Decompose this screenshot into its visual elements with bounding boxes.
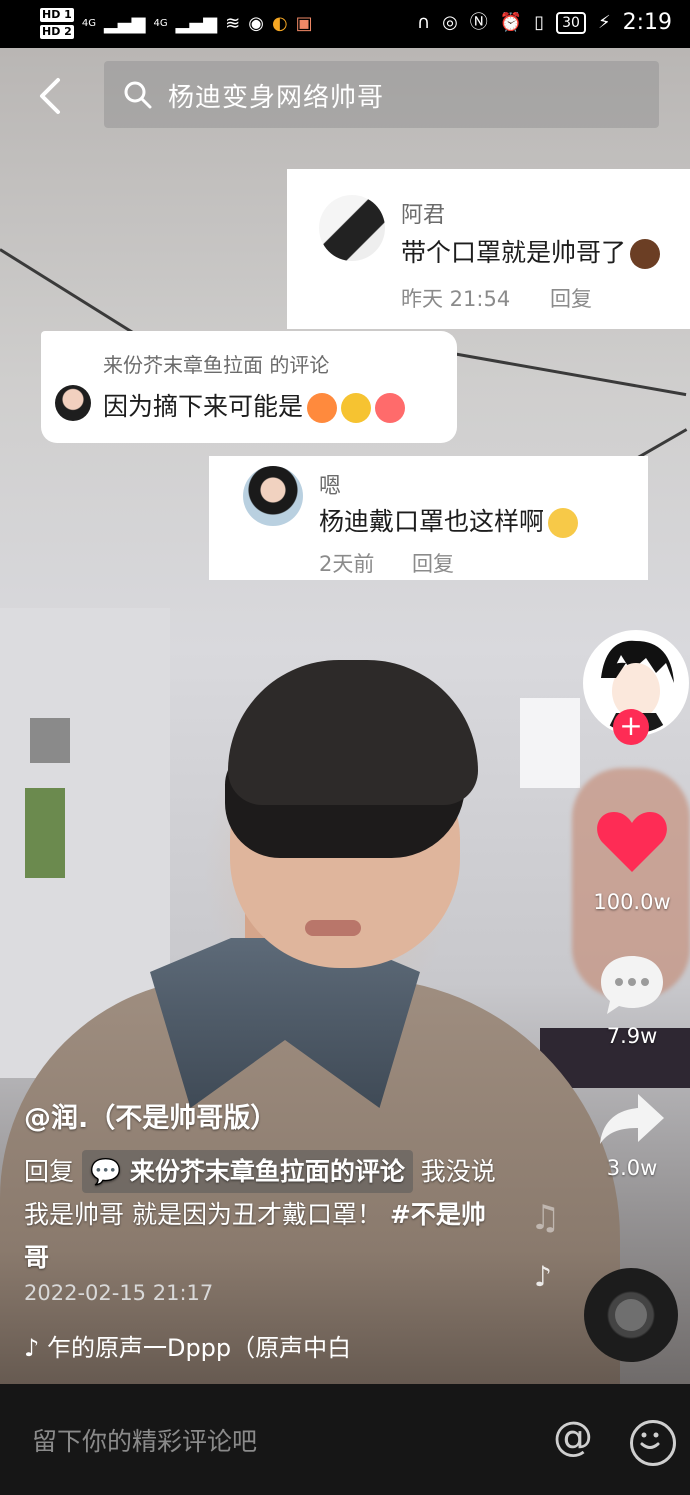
- comment-text-content: 带个口罩就是帅哥了: [401, 238, 627, 267]
- emoji-icon: [548, 508, 579, 538]
- network2-label: 4G: [153, 18, 168, 29]
- vibrate-icon: ▯: [534, 11, 545, 33]
- music-note-icon: ♫: [530, 1198, 561, 1238]
- at-mention-button[interactable]: @: [553, 1414, 593, 1460]
- wall-shelf: [520, 698, 580, 788]
- music-disc[interactable]: [584, 1268, 678, 1362]
- comment-bar: 留下你的精彩评论吧 @: [0, 1384, 690, 1495]
- alarm-icon: ⏰: [499, 11, 523, 33]
- comment-text-content: 杨迪戴口罩也这样啊: [319, 507, 545, 536]
- music-title: 乍的原声一Dppp（原声中白: [46, 1334, 352, 1362]
- battery-level: 30: [556, 11, 586, 34]
- headphones-icon: ∩: [416, 11, 431, 33]
- mail-icon: ▣: [295, 12, 313, 34]
- search-input[interactable]: 杨迪变身网络帅哥: [168, 77, 384, 114]
- comment-author[interactable]: 嗯: [319, 468, 341, 500]
- person-cap: [228, 660, 478, 805]
- comment-text: 杨迪戴口罩也这样啊: [319, 502, 579, 538]
- emoji-icon: [630, 239, 661, 269]
- music-info[interactable]: ♪ 乍的原声一Dppp（原声中白: [24, 1328, 351, 1363]
- app-notification-icon: ◉: [248, 12, 264, 34]
- like-count: 100.0w: [593, 890, 671, 914]
- signal-icon: ▂▄▆: [175, 12, 218, 34]
- author-name[interactable]: @润.（不是帅哥版）: [24, 1096, 277, 1135]
- smiley-icon: [640, 1432, 660, 1449]
- avatar[interactable]: [319, 195, 385, 261]
- disc-cover: [615, 1299, 647, 1331]
- comment-card[interactable]: 阿君 带个口罩就是帅哥了 昨天 21:54 回复: [287, 169, 690, 329]
- comment-author[interactable]: 阿君: [401, 197, 445, 229]
- comment-time: 2天前: [319, 552, 375, 576]
- person-mouth: [305, 920, 361, 936]
- comment-dots-icon: 💬: [89, 1157, 122, 1186]
- emoji-icon: [341, 393, 372, 423]
- reply-target-chip[interactable]: 💬 来份芥末章鱼拉面的评论: [81, 1150, 413, 1193]
- status-bar: HD 1 HD 2 4G ▂▄▆ 4G ▂▄▆ ≋ ◉ ◐ ▣ ∩ ◎ Ⓝ ⏰ …: [0, 0, 690, 48]
- comment-button[interactable]: [597, 952, 667, 1016]
- wifi-icon: ≋: [225, 12, 241, 34]
- wall-switch: [30, 718, 70, 763]
- like-button[interactable]: [596, 808, 668, 874]
- reply-button[interactable]: 回复: [412, 548, 454, 578]
- avatar[interactable]: [55, 385, 91, 421]
- share-count: 3.0w: [606, 1156, 658, 1180]
- comment-text: 带个口罩就是帅哥了: [401, 233, 661, 269]
- emoji-icon: [375, 393, 406, 423]
- reply-button[interactable]: 回复: [550, 283, 592, 313]
- avatar[interactable]: [243, 466, 303, 526]
- comment-card[interactable]: 嗯 杨迪戴口罩也这样啊 2天前 回复: [209, 456, 648, 580]
- network1-label: 4G: [81, 18, 96, 29]
- music-note-icon: ♪: [24, 1334, 40, 1362]
- search-icon: [124, 81, 152, 109]
- nfc-icon: Ⓝ: [469, 11, 488, 33]
- video-caption: 回复 💬 来份芥末章鱼拉面的评论 我没说我是帅哥 就是因为丑才戴口罩！ #不是帅…: [24, 1150, 504, 1279]
- comment-time: 昨天 21:54: [401, 287, 511, 311]
- share-arrow-icon: [600, 1094, 664, 1144]
- back-button[interactable]: [30, 68, 74, 124]
- emoji-icon: [307, 393, 338, 423]
- reply-header: 来份芥末章鱼拉面 的评论: [103, 353, 330, 377]
- signal-icon: ▂▄▆: [103, 12, 146, 34]
- eye-icon: ◎: [442, 11, 458, 33]
- follow-button[interactable]: +: [613, 709, 649, 745]
- weibo-icon: ◐: [271, 12, 288, 34]
- search-bar[interactable]: 杨迪变身网络帅哥: [104, 61, 659, 128]
- reply-text-content: 因为摘下来可能是: [103, 392, 304, 421]
- wall-picture: [25, 788, 65, 878]
- string-lights: [429, 348, 687, 397]
- comment-bubble-icon: [601, 956, 663, 1014]
- sim2-label: HD 2: [40, 25, 74, 39]
- reply-bubble[interactable]: 来份芥末章鱼拉面 的评论 因为摘下来可能是: [41, 331, 457, 443]
- share-button[interactable]: [598, 1092, 666, 1146]
- chevron-left-icon: [40, 78, 60, 114]
- clock: 2:19: [622, 10, 672, 35]
- charging-icon: ⚡: [597, 11, 611, 33]
- heart-icon: [597, 812, 667, 872]
- comment-input[interactable]: 留下你的精彩评论吧: [32, 1422, 257, 1458]
- reply-prefix: 回复: [24, 1157, 75, 1186]
- post-date: 2022-02-15 21:17: [24, 1281, 214, 1305]
- emoji-button[interactable]: [630, 1420, 676, 1466]
- reply-target: 来份芥末章鱼拉面的评论: [129, 1157, 405, 1186]
- music-note-icon: ♪: [534, 1260, 552, 1293]
- comment-count: 7.9w: [606, 1024, 658, 1048]
- reply-text: 因为摘下来可能是: [103, 387, 406, 423]
- sim1-label: HD 1: [40, 8, 74, 22]
